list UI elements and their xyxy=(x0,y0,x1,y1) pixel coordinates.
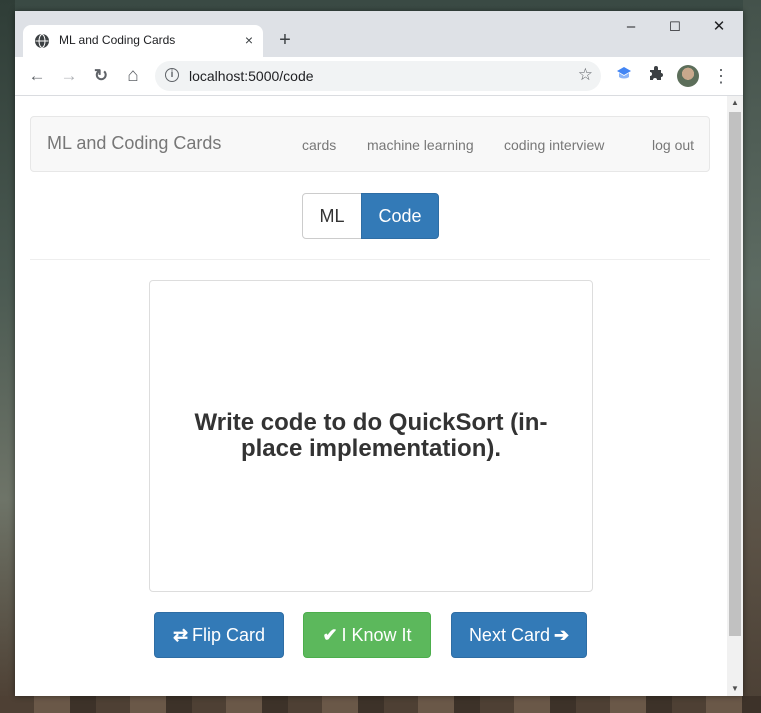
navbar-brand[interactable]: ML and Coding Cards xyxy=(47,133,221,154)
close-window-button[interactable]: ✕ xyxy=(697,15,741,41)
flashcard[interactable]: Write code to do QuickSort (in-place imp… xyxy=(149,280,593,592)
nav-link-coding-interview[interactable]: coding interview xyxy=(504,137,604,153)
i-know-it-label: I Know It xyxy=(341,625,412,645)
browser-titlebar: ML and Coding Cards × + – ☐ ✕ xyxy=(15,11,743,57)
next-card-button[interactable]: Next Card ➔ xyxy=(451,612,587,658)
menu-icon[interactable]: ⋮ xyxy=(708,63,734,89)
maximize-button[interactable]: ☐ xyxy=(653,15,697,41)
desktop-background-left xyxy=(0,0,15,713)
scroll-down-icon[interactable]: ▼ xyxy=(727,682,743,696)
nav-link-machine-learning[interactable]: machine learning xyxy=(367,137,474,153)
next-card-label: Next Card xyxy=(468,625,550,645)
scroll-thumb[interactable] xyxy=(729,112,741,636)
arrow-right-icon: ➔ xyxy=(553,625,570,645)
swap-icon: ⇄ xyxy=(172,625,189,645)
nav-link-log-out[interactable]: log out xyxy=(652,137,694,153)
address-bar[interactable]: i localhost:5000/code ☆ xyxy=(155,61,601,91)
nav-link-cards[interactable]: cards xyxy=(302,137,336,153)
profile-avatar[interactable] xyxy=(677,65,699,87)
star-icon[interactable]: ☆ xyxy=(578,65,593,85)
extension-shield-icon[interactable] xyxy=(614,66,634,86)
i-know-it-button[interactable]: ✔ I Know It xyxy=(303,612,431,658)
vertical-scrollbar[interactable]: ▲ ▼ xyxy=(727,96,743,696)
desktop-background-right xyxy=(743,0,761,713)
home-button[interactable]: ⌂ xyxy=(120,63,146,89)
scroll-up-icon[interactable]: ▲ xyxy=(727,96,743,110)
browser-tab[interactable]: ML and Coding Cards × xyxy=(23,25,263,57)
page-viewport: ML and Coding Cards cards machine learni… xyxy=(15,95,743,696)
flip-card-label: Flip Card xyxy=(192,625,266,645)
browser-toolbar: ← → ↻ ⌂ i localhost:5000/code ☆ ⋮ xyxy=(15,57,743,95)
browser-window: ML and Coding Cards × + – ☐ ✕ ← → ↻ ⌂ i … xyxy=(15,11,743,696)
check-icon: ✔ xyxy=(322,625,338,645)
globe-icon xyxy=(35,34,49,48)
tab-title: ML and Coding Cards xyxy=(59,33,176,47)
puzzle-icon[interactable] xyxy=(646,66,666,86)
divider xyxy=(30,259,710,260)
minimize-button[interactable]: – xyxy=(609,15,653,41)
toggle-ml-button[interactable]: ML xyxy=(302,193,362,239)
reload-button[interactable]: ↻ xyxy=(88,63,114,89)
site-navbar: ML and Coding Cards cards machine learni… xyxy=(30,116,710,172)
info-icon[interactable]: i xyxy=(165,68,179,82)
back-button[interactable]: ← xyxy=(24,63,50,89)
toggle-code-button[interactable]: Code xyxy=(361,193,439,239)
forward-button[interactable]: → xyxy=(56,63,82,89)
flip-card-button[interactable]: ⇄ Flip Card xyxy=(154,612,284,658)
url-text[interactable]: localhost:5000/code xyxy=(189,68,314,84)
new-tab-button[interactable]: + xyxy=(273,29,297,53)
tab-close-icon[interactable]: × xyxy=(241,32,257,48)
card-question: Write code to do QuickSort (in-place imp… xyxy=(194,409,548,462)
desktop-background-bottom xyxy=(0,696,761,713)
